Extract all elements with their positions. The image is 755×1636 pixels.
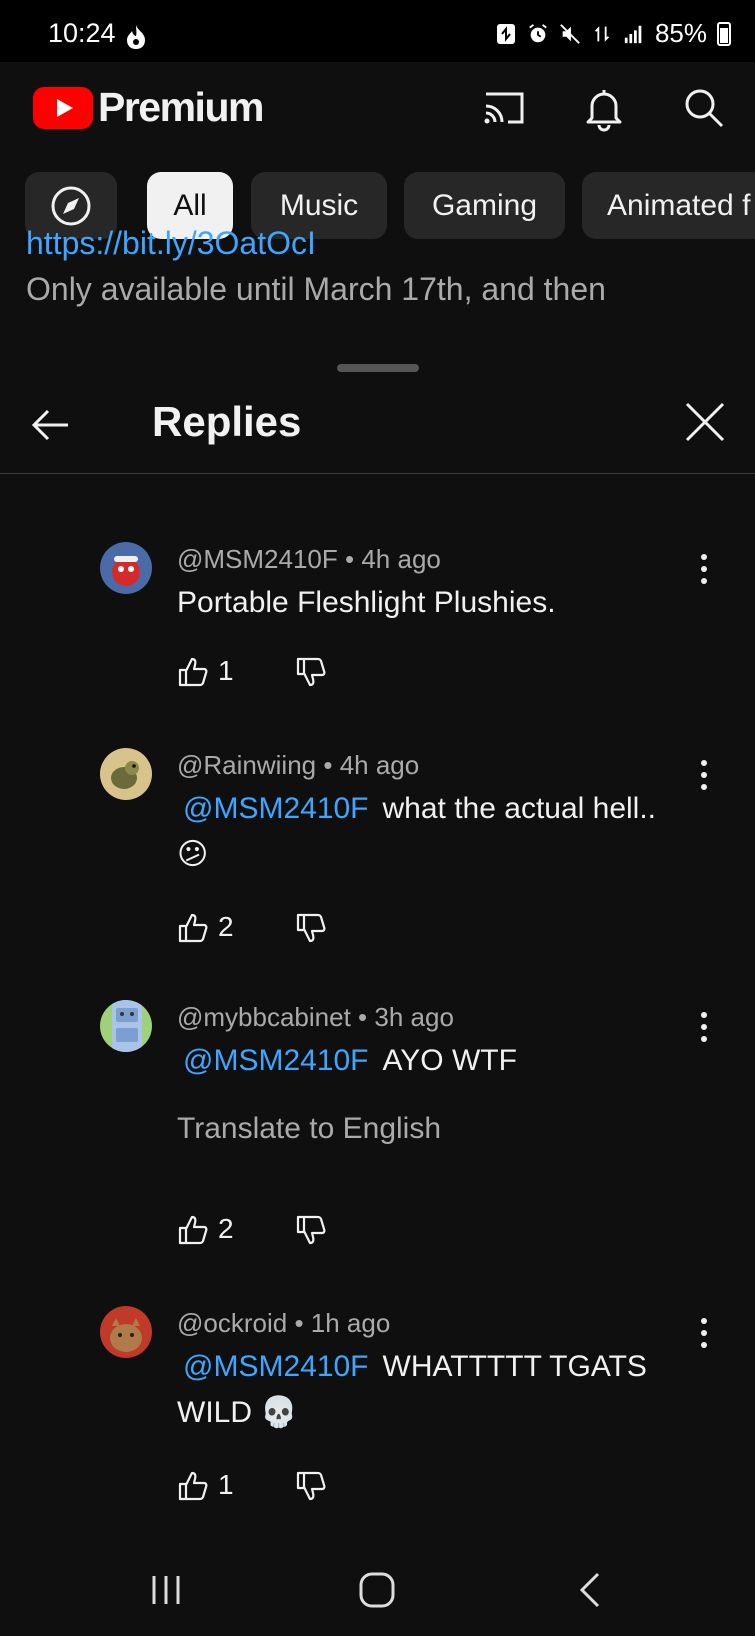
reply-text: @MSM2410F what the actual hell.. 😕 [177, 786, 717, 878]
author-handle[interactable]: @MSM2410F [177, 544, 338, 574]
notifications-bell-icon[interactable] [580, 84, 628, 132]
recent-apps-icon[interactable] [144, 1568, 188, 1612]
reply-text: @MSM2410F AYO WTF [177, 1038, 697, 1084]
mention-link[interactable]: @MSM2410F [177, 792, 375, 825]
top-app-bar: Premium [0, 62, 755, 152]
sheet-header: Replies [0, 372, 755, 474]
drag-handle[interactable] [337, 364, 419, 372]
reply-actions: 1 [177, 655, 377, 696]
brand-label: Premium [98, 84, 264, 130]
reply-meta: @mybbcabinet • 3h ago [177, 1002, 454, 1032]
battery-percent: 85% [654, 18, 707, 48]
more-options-icon[interactable] [694, 1010, 714, 1044]
mention-link[interactable]: @MSM2410F [177, 1044, 375, 1077]
hotspot-flame-icon [127, 25, 145, 49]
reply-text: Portable Fleshlight Plushies. [177, 586, 556, 619]
back-nav-icon[interactable] [568, 1568, 612, 1612]
like-icon[interactable] [177, 1214, 209, 1246]
back-arrow-icon[interactable] [28, 402, 74, 448]
close-icon[interactable] [683, 400, 727, 444]
like-count: 1 [218, 655, 234, 686]
signal-icon [624, 25, 642, 43]
reply-time: 4h ago [339, 750, 420, 780]
reply-meta: @MSM2410F • 4h ago [177, 544, 441, 574]
reply-time: 1h ago [310, 1308, 391, 1338]
reply-text: @MSM2410F WHATTTTT TGATS WILD 💀 [177, 1344, 687, 1436]
author-handle[interactable]: @mybbcabinet [177, 1002, 351, 1032]
sheet-title: Replies [152, 398, 302, 445]
dislike-icon[interactable] [295, 1214, 327, 1246]
reply-meta: @ockroid • 1h ago [177, 1308, 391, 1338]
description-text: Only available until March 17th, and the… [26, 271, 606, 307]
reply-time: 3h ago [374, 1002, 454, 1032]
mute-icon [560, 23, 580, 44]
translate-link[interactable]: Translate to English [177, 1112, 441, 1146]
author-handle[interactable]: @Rainwiing [177, 750, 316, 780]
author-handle[interactable]: @ockroid [177, 1308, 287, 1338]
more-options-icon[interactable] [694, 1316, 714, 1350]
avatar[interactable] [100, 1306, 152, 1358]
dislike-icon[interactable] [295, 656, 327, 688]
battery-icon [717, 21, 731, 46]
search-icon[interactable] [680, 84, 728, 132]
reply-body: what the actual hell.. [382, 792, 657, 825]
data-icon [594, 25, 610, 42]
avatar[interactable] [100, 748, 152, 800]
like-icon[interactable] [177, 912, 209, 944]
reply-actions: 2 [177, 911, 377, 952]
sync-icon [496, 23, 515, 44]
status-time: 10:24 [48, 18, 116, 48]
like-count: 1 [218, 1469, 234, 1500]
home-icon[interactable] [355, 1568, 399, 1612]
youtube-logo-icon[interactable] [33, 87, 93, 129]
confused-emoji: 😕 [177, 838, 209, 871]
dislike-icon[interactable] [295, 912, 327, 944]
reply-meta: @Rainwiing • 4h ago [177, 750, 420, 780]
system-nav-bar [0, 1548, 755, 1636]
reply-actions: 2 [177, 1213, 377, 1254]
avatar[interactable] [100, 1000, 152, 1052]
reply-body: AYO WTF [382, 1044, 517, 1077]
cast-icon[interactable] [480, 84, 528, 132]
like-icon[interactable] [177, 1470, 209, 1502]
dislike-icon[interactable] [295, 1470, 327, 1502]
status-icons: 85% [495, 18, 731, 49]
like-count: 2 [218, 911, 234, 942]
status-bar: 10:24 85% [0, 0, 755, 62]
video-description: https://bit.ly/3OatOcI Only available un… [26, 225, 746, 312]
mention-link[interactable]: @MSM2410F [177, 1350, 375, 1383]
more-options-icon[interactable] [694, 552, 714, 586]
description-link[interactable]: https://bit.ly/3OatOcI [26, 220, 746, 266]
avatar[interactable] [100, 542, 152, 594]
like-icon[interactable] [177, 656, 209, 688]
like-count: 2 [218, 1213, 234, 1244]
alarm-icon [529, 23, 547, 42]
reply-actions: 1 [177, 1469, 377, 1510]
reply-time: 4h ago [361, 544, 441, 574]
